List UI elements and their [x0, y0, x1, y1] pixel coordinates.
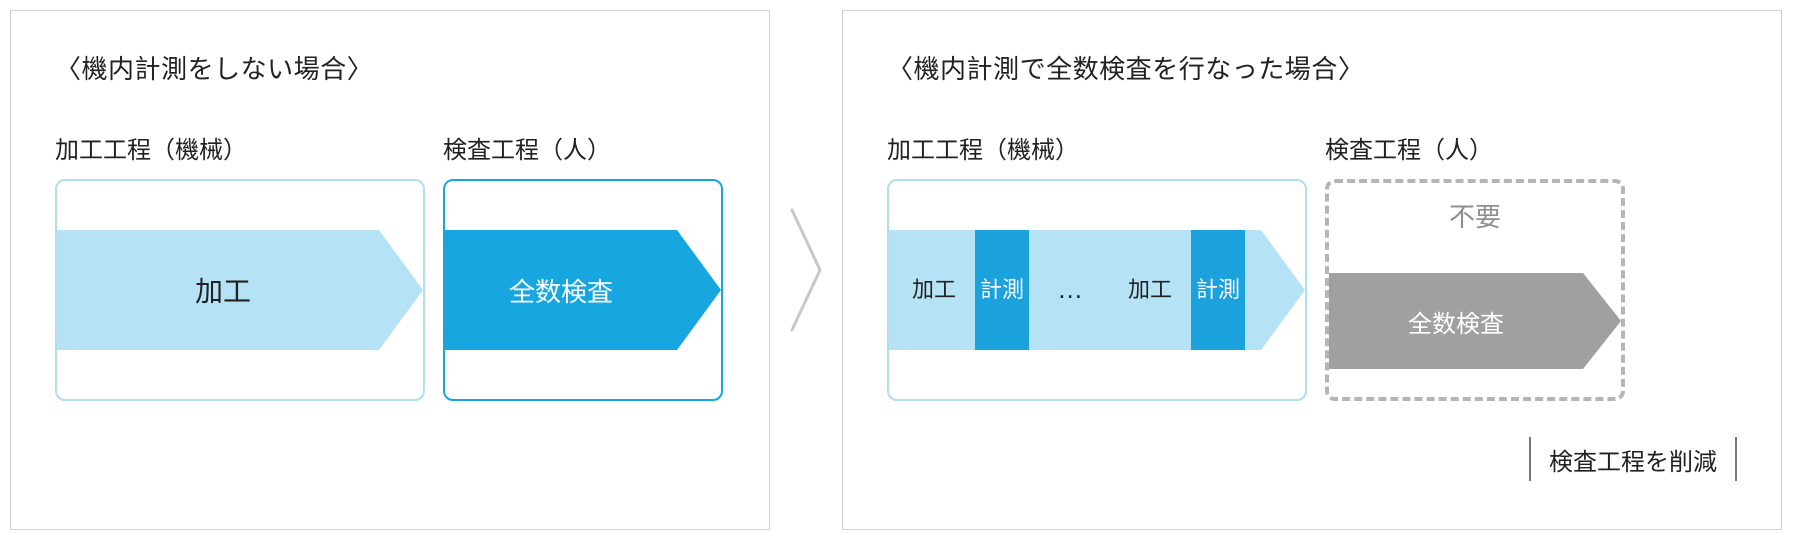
footer-bar-icon: [1529, 437, 1531, 481]
inspection-box: 全数検査: [443, 179, 723, 401]
segment-ellipsis: …: [1039, 230, 1109, 350]
segment-machining: 加工: [1119, 230, 1181, 350]
inspection-process-label: 検査工程（人）: [1325, 130, 1493, 165]
segment-measurement: 計測: [1191, 230, 1245, 350]
arrow-head-icon: [1261, 230, 1305, 350]
inspection-process-label: 検査工程（人）: [443, 130, 611, 165]
machining-arrow-label: 加工: [57, 230, 379, 350]
segment-measurement: 計測: [975, 230, 1029, 350]
panel-separator: [770, 10, 842, 530]
machining-arrow: 加工 計測 … 加工 計測: [889, 230, 1305, 350]
arrow-head-icon: [677, 230, 721, 350]
column-labels-row: 加工工程（機械） 検査工程（人）: [55, 130, 725, 165]
chevron-right-icon: [786, 200, 826, 340]
column-labels-row: 加工工程（機械） 検査工程（人）: [887, 130, 1737, 165]
machining-process-label: 加工工程（機械）: [55, 130, 443, 165]
panel-without-measurement: 〈機内計測をしない場合〉 加工工程（機械） 検査工程（人） 加工 全数検査: [10, 10, 770, 530]
machining-process-label: 加工工程（機械）: [887, 130, 1325, 165]
panel-title: 〈機内計測で全数検査を行なった場合〉: [887, 49, 1737, 86]
panel-title: 〈機内計測をしない場合〉: [55, 49, 725, 86]
panel-with-measurement: 〈機内計測で全数検査を行なった場合〉 加工工程（機械） 検査工程（人） 加工 計…: [842, 10, 1782, 530]
arrow-head-icon: [379, 230, 423, 350]
inspection-arrow: 全数検査: [445, 230, 721, 350]
segment-machining: 加工: [903, 230, 965, 350]
machining-arrow: 加工: [57, 230, 423, 350]
footer-bar-icon: [1735, 437, 1737, 481]
process-boxes-row: 加工 全数検査: [55, 179, 725, 401]
machining-box: 加工 計測 … 加工 計測: [887, 179, 1307, 401]
inspection-arrow-label: 全数検査: [445, 230, 677, 350]
machining-box: 加工: [55, 179, 425, 401]
inspection-arrow-label: 全数検査: [1329, 273, 1583, 369]
unneeded-label: 不要: [1329, 197, 1621, 234]
footer-text: 検査工程を削減: [1549, 442, 1717, 477]
process-boxes-row: 加工 計測 … 加工 計測 不要 全数検査: [887, 179, 1737, 401]
inspection-box-unneeded: 不要 全数検査: [1325, 179, 1625, 401]
inspection-arrow: 全数検査: [1329, 273, 1621, 369]
arrow-head-icon: [1583, 273, 1621, 369]
footer-note: 検査工程を削減: [1529, 437, 1737, 481]
